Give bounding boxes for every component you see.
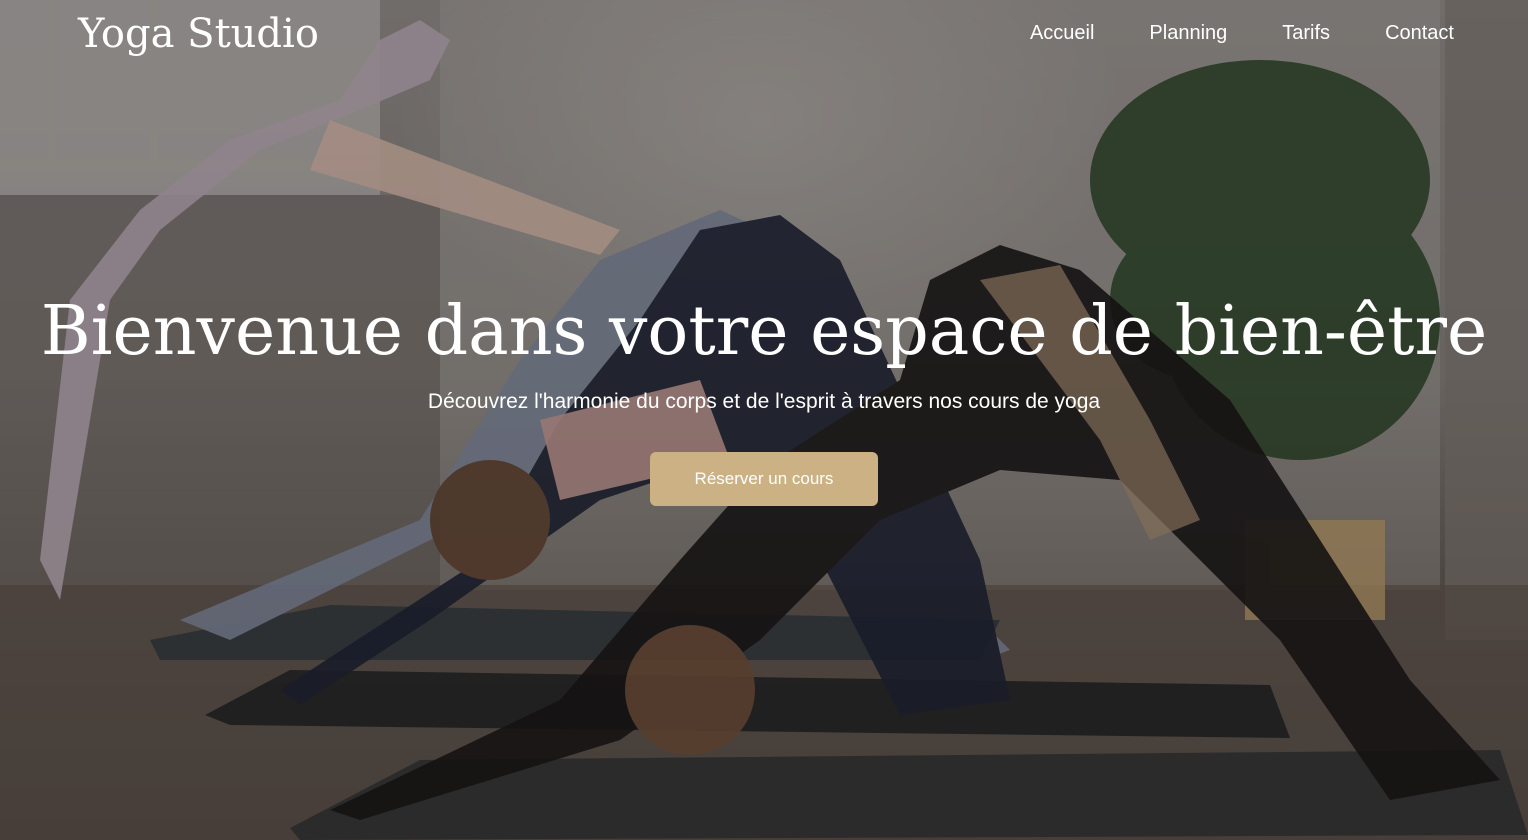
- hero-section: Yoga Studio Accueil Planning Tarifs Cont…: [0, 0, 1528, 840]
- main-nav: Accueil Planning Tarifs Contact: [1030, 20, 1454, 46]
- nav-link-contact[interactable]: Contact: [1385, 20, 1454, 46]
- nav-link-accueil[interactable]: Accueil: [1030, 20, 1094, 46]
- book-class-button[interactable]: Réserver un cours: [650, 452, 878, 506]
- hero-subtitle: Découvrez l'harmonie du corps et de l'es…: [427, 390, 1101, 413]
- nav-link-tarifs[interactable]: Tarifs: [1282, 20, 1330, 46]
- hero-content: Bienvenue dans votre espace de bien-être…: [0, 290, 1528, 506]
- nav-link-planning[interactable]: Planning: [1149, 20, 1227, 46]
- site-logo[interactable]: Yoga Studio: [78, 10, 319, 58]
- hero-title: Bienvenue dans votre espace de bien-être: [40, 292, 1488, 371]
